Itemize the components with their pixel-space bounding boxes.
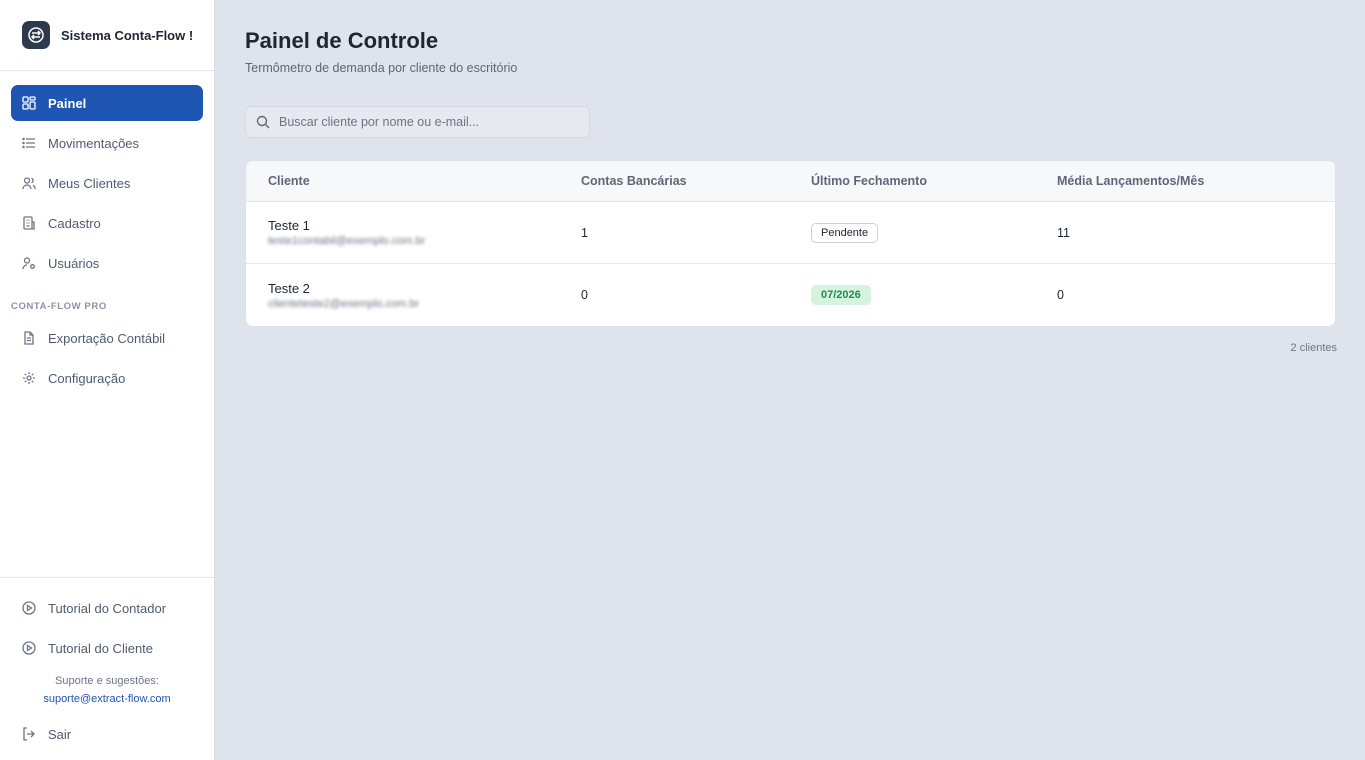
column-header-cliente[interactable]: Cliente [246,174,581,188]
column-header-contas[interactable]: Contas Bancárias [581,174,811,188]
tutorial-label: Tutorial do Contador [48,600,167,616]
sidebar-bottom: Tutorial do Contador Tutorial do Cliente… [0,577,214,760]
nav-section-label: CONTA-FLOW PRO [11,301,107,312]
play-circle-icon [22,641,36,655]
tutorial-contador-link[interactable]: Tutorial do Contador [11,590,203,626]
accounts-cell: 0 [581,288,588,302]
sidebar-item-configuracao[interactable]: Configuração [11,360,203,396]
client-cell: Teste 1 teste1contabil@exemplo.com.br [246,218,581,247]
support-email-link[interactable]: suporte@extract-flow.com [11,690,203,708]
page-title: Painel de Controle [245,28,439,53]
closing-cell: 07/2026 [811,285,1057,305]
client-count: 2 clientes [1290,342,1337,354]
table-row[interactable]: Teste 1 teste1contabil@exemplo.com.br 1 … [246,202,1335,264]
app-root: Sistema Conta-Flow ! Painel Movimentaçõe… [0,0,1365,760]
search-input[interactable] [279,115,569,129]
users-icon [22,176,36,190]
avg-cell: 11 [1057,225,1070,240]
logo-icon [22,21,50,49]
client-email: clienteteste2@exemplo.com.br [268,297,420,310]
sidebar-item-movimentacoes[interactable]: Movimentações [11,125,203,161]
sidebar-item-exportacao[interactable]: Exportação Contábil [11,320,203,356]
user-key-icon [22,256,36,270]
support-info: Suporte e sugestões: suporte@extract-flo… [11,672,203,708]
sidebar-item-meus-clientes[interactable]: Meus Clientes [11,165,203,201]
sidebar: Sistema Conta-Flow ! Painel Movimentaçõe… [0,0,215,760]
main-nav: Painel Movimentações Meus Clientes Cadas… [0,71,214,285]
play-circle-icon [22,601,36,615]
list-icon [22,136,36,150]
tutorial-cliente-link[interactable]: Tutorial do Cliente [11,630,203,666]
pro-nav: Exportação Contábil Configuração [0,320,214,400]
client-email: teste1contabil@exemplo.com.br [268,235,426,247]
building-icon [22,216,36,230]
tutorial-label: Tutorial do Cliente [48,640,154,656]
client-name: Teste 2 [268,280,310,296]
brand-name: Sistema Conta-Flow ! [61,27,194,43]
column-header-media[interactable]: Média Lançamentos/Mês [1057,174,1335,188]
dashboard-icon [22,96,36,110]
gear-icon [22,371,36,385]
sidebar-item-label: Movimentações [48,135,140,151]
sidebar-item-label: Meus Clientes [48,175,131,191]
sidebar-item-cadastro[interactable]: Cadastro [11,205,203,241]
file-icon [22,331,36,345]
main-content: Painel de Controle Termômetro de demanda… [215,0,1365,760]
clients-table: Cliente Contas Bancárias Último Fechamen… [245,160,1336,327]
table-header: Cliente Contas Bancárias Último Fechamen… [246,161,1335,202]
status-badge: Pendente [811,222,879,243]
brand: Sistema Conta-Flow ! [0,0,214,71]
client-cell: Teste 2 clienteteste2@exemplo.com.br [246,281,581,310]
search-icon [256,115,270,129]
logout-button[interactable]: Sair [11,716,203,752]
client-name: Teste 1 [268,218,310,233]
page-subtitle: Termômetro de demanda por cliente do esc… [245,61,518,75]
sidebar-item-label: Exportação Contábil [48,330,166,346]
column-header-fechamento[interactable]: Último Fechamento [811,174,1057,188]
closing-cell: Pendente [811,222,1057,243]
status-badge: 07/2026 [811,285,871,305]
table-row[interactable]: Teste 2 clienteteste2@exemplo.com.br 0 0… [246,264,1335,326]
support-label: Suporte e sugestões: [55,675,159,687]
avg-cell: 0 [1057,288,1064,302]
sidebar-item-label: Cadastro [48,215,101,231]
sidebar-item-label: Usuários [48,255,100,271]
sidebar-item-label: Configuração [48,370,126,386]
search-box [245,106,590,138]
sidebar-item-painel[interactable]: Painel [11,85,203,121]
logout-icon [22,727,36,741]
accounts-cell: 1 [581,225,588,240]
sidebar-item-label: Painel [48,95,87,111]
logout-label: Sair [48,726,72,742]
sidebar-item-usuarios[interactable]: Usuários [11,245,203,281]
